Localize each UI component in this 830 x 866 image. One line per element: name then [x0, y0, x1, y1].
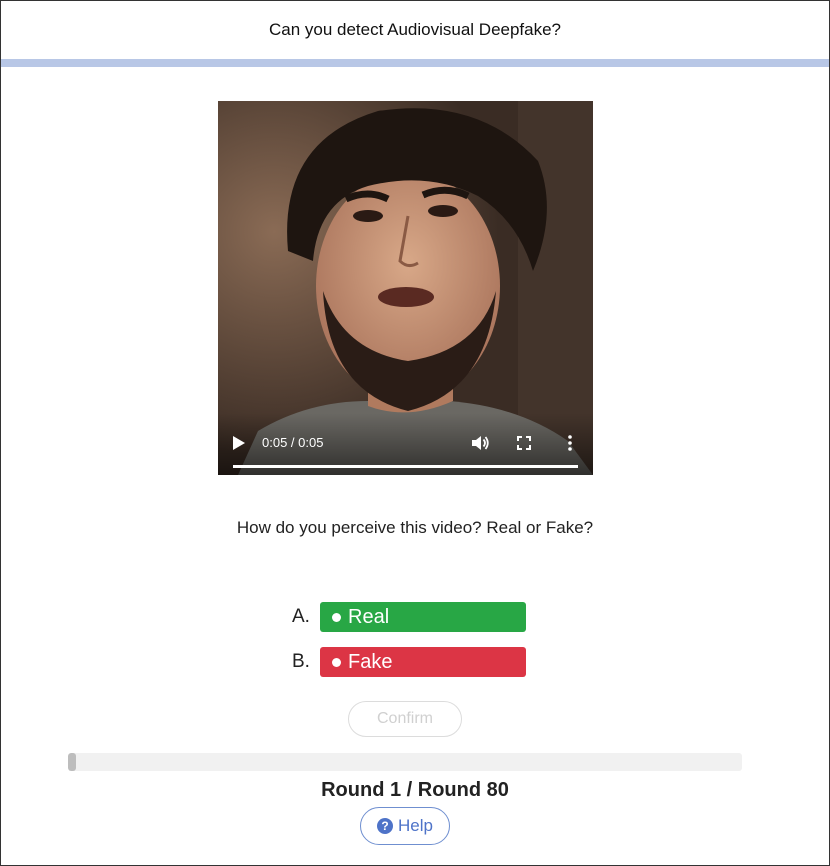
help-label: Help [398, 816, 433, 835]
video-seek-bar[interactable] [233, 465, 578, 468]
fullscreen-icon[interactable] [516, 435, 532, 451]
video-controls: 0:05 / 0:05 [218, 413, 593, 475]
option-row-fake: B. Fake [292, 647, 526, 677]
volume-icon[interactable] [470, 433, 490, 453]
question-circle-icon: ? [377, 818, 394, 834]
real-button[interactable]: Real [320, 602, 526, 632]
option-letter-b: B. [292, 651, 310, 672]
video-time: 0:05 / 0:05 [262, 435, 324, 450]
radio-dot-icon [332, 612, 341, 622]
question-text: How do you perceive this video? Real or … [236, 518, 594, 537]
header-divider [1, 59, 829, 67]
real-button-label: Real [348, 605, 390, 628]
round-progress-bar [68, 753, 742, 771]
help-button[interactable]: ? Help [360, 807, 450, 845]
video-player[interactable]: 0:05 / 0:05 [218, 101, 593, 475]
radio-dot-icon [332, 657, 341, 667]
fake-button[interactable]: Fake [320, 647, 526, 677]
option-row-real: A. Real [292, 602, 526, 632]
page-header: Can you detect Audiovisual Deepfake? [1, 1, 829, 59]
play-icon[interactable] [232, 435, 246, 451]
more-vertical-icon[interactable] [562, 434, 578, 452]
round-counter: Round 1 / Round 80 [321, 779, 509, 801]
fake-button-label: Fake [348, 650, 393, 673]
page-title: Can you detect Audiovisual Deepfake? [268, 20, 562, 39]
round-progress-fill [68, 753, 77, 771]
confirm-button[interactable]: Confirm [348, 701, 462, 737]
option-letter-a: A. [292, 606, 310, 627]
app-frame: Can you detect Audiovisual Deepfake? 0:0… [0, 0, 830, 866]
